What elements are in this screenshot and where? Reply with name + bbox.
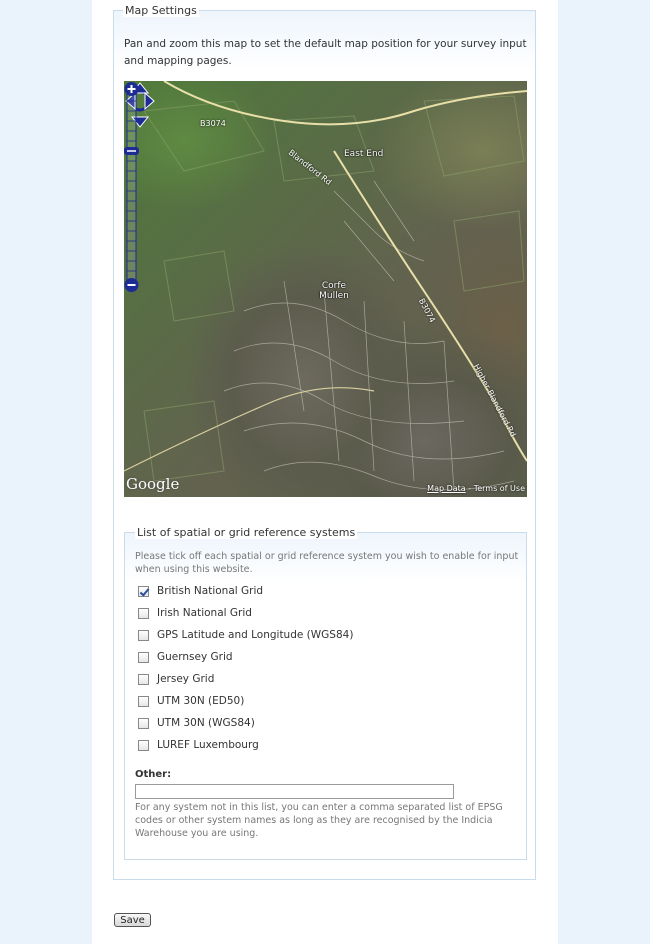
checkbox[interactable]: [138, 652, 149, 663]
option-label: GPS Latitude and Longitude (WGS84): [157, 629, 354, 641]
checkbox[interactable]: [138, 674, 149, 685]
zoom-slider-handle[interactable]: [124, 147, 139, 155]
map-viewport[interactable]: B3074 Blandford Rd East End Corfe Mullen…: [124, 81, 527, 497]
option-label: British National Grid: [157, 585, 264, 597]
checkbox[interactable]: [138, 718, 149, 729]
map-settings-legend: Map Settings: [123, 4, 199, 17]
checkbox[interactable]: [138, 586, 149, 597]
road-label-b3074: B3074: [200, 119, 226, 128]
map-attribution-separator: -: [465, 484, 474, 493]
google-logo: Google: [126, 475, 180, 493]
map-data-link[interactable]: Map Data: [427, 484, 466, 493]
map-settings-description: Pan and zoom this map to set the default…: [124, 38, 527, 67]
option-label: Jersey Grid: [157, 673, 215, 685]
map-attribution: Map Data - Terms of Use: [427, 484, 525, 493]
checkbox[interactable]: [138, 696, 149, 707]
grid-systems-hint: Please tick off each spatial or grid ref…: [135, 551, 519, 575]
checkbox[interactable]: [138, 740, 149, 751]
place-label-east-end: East End: [344, 149, 384, 159]
option-label: UTM 30N (WGS84): [157, 717, 255, 729]
zoom-slider[interactable]: [124, 81, 139, 293]
other-hint: For any system not in this list, you can…: [135, 802, 503, 839]
zoom-in-icon[interactable]: [124, 82, 139, 96]
grid-systems-legend: List of spatial or grid reference system…: [135, 526, 358, 539]
checkbox[interactable]: [138, 608, 149, 619]
terms-of-use-link[interactable]: Terms of Use: [474, 484, 525, 493]
option-label: Irish National Grid: [157, 607, 252, 619]
pan-right-icon[interactable]: [144, 91, 155, 111]
save-button[interactable]: Save: [114, 913, 151, 927]
other-systems-input[interactable]: [135, 784, 454, 799]
other-label: Other:: [135, 769, 172, 780]
option-label: Guernsey Grid: [157, 651, 233, 663]
option-label: LUREF Luxembourg: [157, 739, 259, 751]
place-label-corfe-mullen: Corfe Mullen: [319, 281, 349, 301]
zoom-out-icon[interactable]: [124, 278, 139, 292]
option-label: UTM 30N (ED50): [157, 695, 245, 707]
checkbox[interactable]: [138, 630, 149, 641]
